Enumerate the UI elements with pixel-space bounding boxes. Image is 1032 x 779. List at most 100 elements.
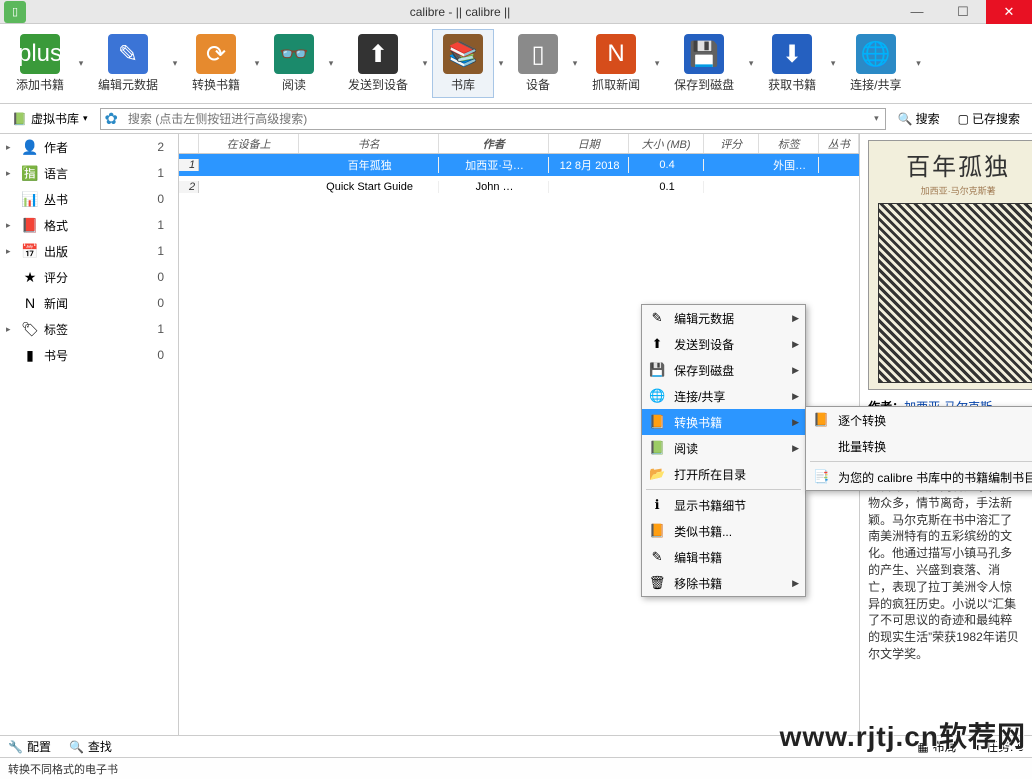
expand-icon[interactable]: ▸ (6, 246, 16, 257)
device-button-label: 设备 (526, 76, 550, 93)
col-author[interactable]: 作者 (439, 134, 549, 153)
col-rating[interactable]: 评分 (704, 134, 759, 153)
ctx-save-to-disk[interactable]: 💾保存到磁盘▶ (642, 357, 805, 383)
get-books-button-dropdown[interactable]: ▾ (828, 58, 838, 69)
col-date[interactable]: 日期 (549, 134, 629, 153)
sidebar-item-label: 评分 (44, 269, 153, 286)
col-on-device[interactable]: 在设备上 (199, 134, 299, 153)
menu-item-label: 打开所在目录 (674, 466, 785, 483)
read-button-icon: 👓 (274, 34, 314, 74)
ctx-show-details[interactable]: ℹ显示书籍细节 (642, 492, 805, 518)
sub-convert-bulk[interactable]: 批量转换 (806, 433, 1032, 459)
sidebar-item-formats[interactable]: ▸📕格式1 (0, 212, 178, 238)
edit-metadata-button-dropdown[interactable]: ▾ (170, 58, 180, 69)
fetch-news-button-dropdown[interactable]: ▾ (652, 58, 662, 69)
ctx-convert-book[interactable]: 📙转换书籍▶ (642, 409, 805, 435)
col-tags[interactable]: 标签 (759, 134, 819, 153)
rating-icon: ★ (20, 269, 40, 286)
close-button[interactable]: ✕ (986, 0, 1032, 24)
sidebar-item-label: 标签 (44, 321, 153, 338)
read-button-dropdown[interactable]: ▾ (326, 58, 336, 69)
table-row[interactable]: 2 Quick Start Guide John … 0.1 (179, 176, 859, 198)
ctx-read[interactable]: 📗阅读▶ (642, 435, 805, 461)
add-book-button-label: 添加书籍 (16, 76, 64, 93)
main-toolbar: plus添加书籍▾✎编辑元数据▾⟳转换书籍▾👓阅读▾⬆发送到设备▾📚书库▾▯设备… (0, 24, 1032, 104)
ctx-edit-metadata-icon: ✎ (648, 310, 666, 326)
gear-icon[interactable]: ✿ (101, 109, 122, 129)
ctx-open-folder[interactable]: 📂打开所在目录 (642, 461, 805, 487)
chevron-right-icon: ▶ (792, 313, 799, 324)
device-button[interactable]: ▯设备 (508, 30, 568, 97)
ctx-edit-metadata[interactable]: ✎编辑元数据▶ (642, 305, 805, 331)
context-menu: ✎编辑元数据▶⬆发送到设备▶💾保存到磁盘▶🌐连接/共享▶📙转换书籍▶📗阅读▶📂打… (641, 304, 806, 597)
connect-share-button[interactable]: 🌐连接/共享 (840, 30, 911, 97)
main-area: ▸👤作者2▸🈯语言1📊丛书0▸📕格式1▸📅出版1★评分0N新闻0▸🏷标签1▮书号… (0, 134, 1032, 735)
ctx-send-to-device[interactable]: ⬆发送到设备▶ (642, 331, 805, 357)
save-to-disk-button[interactable]: 💾保存到磁盘 (664, 30, 744, 97)
sidebar-item-count: 1 (157, 218, 172, 232)
library-button[interactable]: 📚书库 (432, 29, 494, 98)
read-button[interactable]: 👓阅读 (264, 30, 324, 97)
expand-icon[interactable]: ▸ (6, 142, 16, 153)
col-number[interactable] (179, 134, 199, 153)
col-size[interactable]: 大小 (MB) (629, 134, 704, 153)
convert-book-button-dropdown[interactable]: ▾ (252, 58, 262, 69)
convert-book-button-label: 转换书籍 (192, 76, 240, 93)
languages-icon: 🈯 (20, 165, 40, 182)
sub-convert-individually[interactable]: 📙逐个转换 (806, 407, 1032, 433)
ctx-edit-book[interactable]: ✎编辑书籍 (642, 544, 805, 570)
expand-icon[interactable]: ▸ (6, 168, 16, 179)
sidebar-item-series[interactable]: 📊丛书0 (0, 186, 178, 212)
sidebar-item-publishers[interactable]: ▸📅出版1 (0, 238, 178, 264)
maximize-button[interactable]: ☐ (940, 0, 986, 24)
menu-separator (810, 461, 1032, 462)
sidebar-item-count: 0 (157, 192, 172, 206)
library-button-dropdown[interactable]: ▾ (496, 58, 506, 69)
saved-search-button[interactable]: ▢ 已存搜索 (952, 110, 1026, 127)
chevron-down-icon[interactable]: ▾ (868, 113, 885, 124)
convert-book-button[interactable]: ⟳转换书籍 (182, 30, 250, 97)
connect-share-button-dropdown[interactable]: ▾ (913, 58, 923, 69)
add-book-button[interactable]: plus添加书籍 (6, 30, 74, 97)
send-to-device-button[interactable]: ⬆发送到设备 (338, 30, 418, 97)
book-cover[interactable]: 百年孤独 加西亚·马尔克斯著 (868, 140, 1032, 390)
virtual-library-button[interactable]: 📗 虚拟书库 ▾ (6, 110, 94, 127)
book-list-pane: 在设备上 书名 作者 日期 大小 (MB) 评分 标签 丛书 1 百年孤独 加西… (179, 134, 859, 735)
menu-item-label: 显示书籍细节 (674, 497, 785, 514)
ctx-similar[interactable]: 📙类似书籍... (642, 518, 805, 544)
col-series[interactable]: 丛书 (819, 134, 859, 153)
fetch-news-button-icon: N (596, 34, 636, 74)
ctx-connect-share[interactable]: 🌐连接/共享▶ (642, 383, 805, 409)
sidebar-item-rating[interactable]: ★评分0 (0, 264, 178, 290)
find-button[interactable]: 🔍查找 (69, 738, 112, 755)
menu-item-label: 类似书籍... (674, 523, 785, 540)
menu-item-label: 批量转换 (838, 438, 1032, 455)
config-button[interactable]: 🔧配置 (8, 738, 51, 755)
fetch-news-button[interactable]: N抓取新闻 (582, 30, 650, 97)
send-to-device-button-dropdown[interactable]: ▾ (420, 58, 430, 69)
sidebar-item-tags[interactable]: ▸🏷标签1 (0, 316, 178, 342)
save-to-disk-button-dropdown[interactable]: ▾ (746, 58, 756, 69)
add-book-button-dropdown[interactable]: ▾ (76, 58, 86, 69)
expand-icon[interactable]: ▸ (6, 220, 16, 231)
sidebar-item-languages[interactable]: ▸🈯语言1 (0, 160, 178, 186)
device-button-dropdown[interactable]: ▾ (570, 58, 580, 69)
ctx-remove-book[interactable]: 🗑移除书籍▶ (642, 570, 805, 596)
sidebar-item-count: 1 (157, 322, 172, 336)
sidebar-item-identifiers[interactable]: ▮书号0 (0, 342, 178, 368)
search-input[interactable] (122, 112, 868, 126)
sidebar-item-news[interactable]: N新闻0 (0, 290, 178, 316)
sidebar-item-label: 作者 (44, 139, 153, 156)
sidebar-item-authors[interactable]: ▸👤作者2 (0, 134, 178, 160)
table-row[interactable]: 1 百年孤独 加西亚·马… 12 8月 2018 0.4 外国… (179, 154, 859, 176)
ctx-read-icon: 📗 (648, 440, 666, 456)
edit-metadata-button[interactable]: ✎编辑元数据 (88, 30, 168, 97)
wrench-icon: 🔧 (8, 740, 23, 754)
search-box[interactable]: ✿ ▾ (100, 108, 886, 130)
get-books-button[interactable]: ⬇获取书籍 (758, 30, 826, 97)
search-button[interactable]: 🔍 搜索 (892, 110, 946, 127)
minimize-button[interactable]: — (894, 0, 940, 24)
sub-create-catalog[interactable]: 📑为您的 calibre 书库中的书籍编制书目 (806, 464, 1032, 490)
col-title[interactable]: 书名 (299, 134, 439, 153)
expand-icon[interactable]: ▸ (6, 324, 16, 335)
